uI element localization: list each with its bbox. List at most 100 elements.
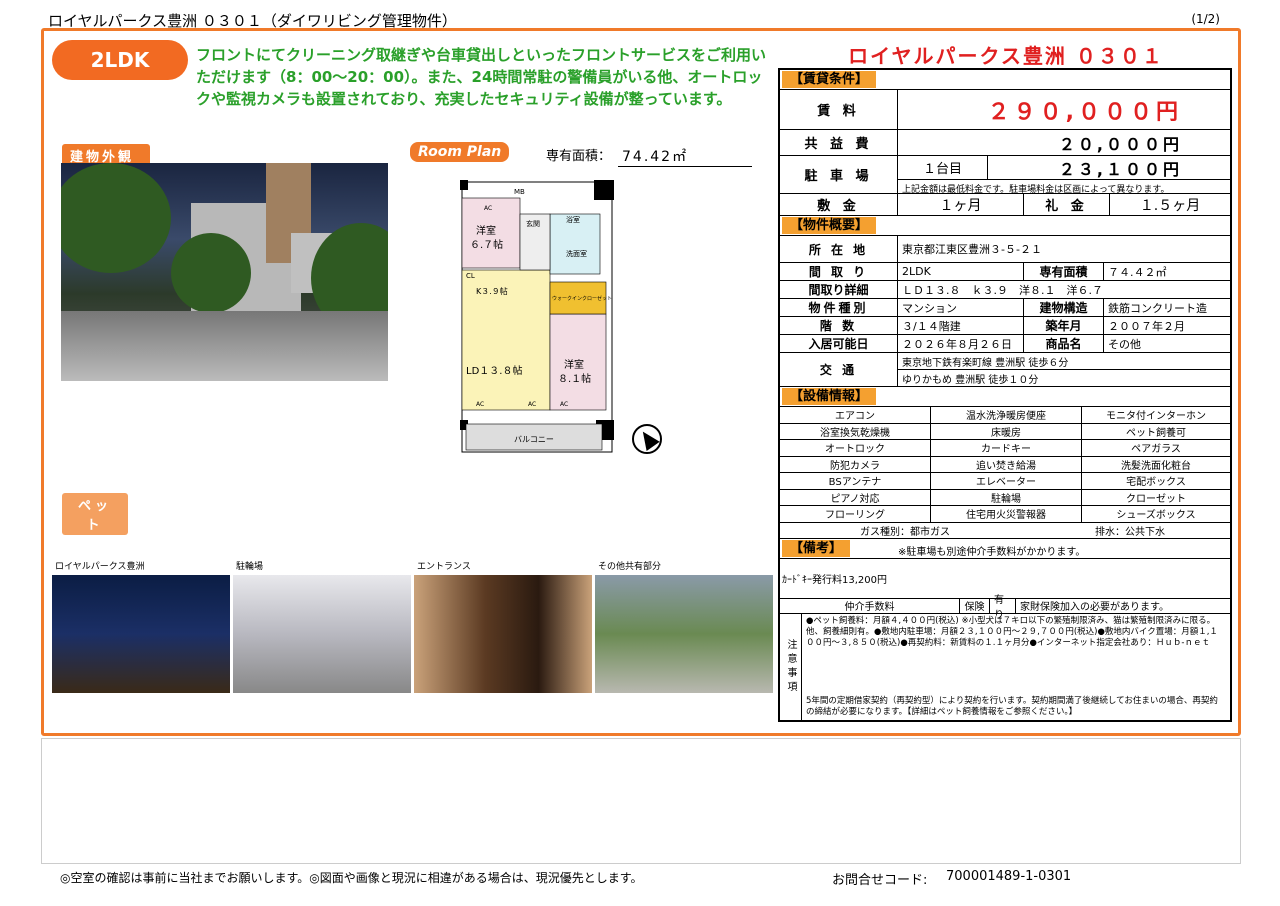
- caution-text-1: ●ペット飼養料：月額４,４００円(税込) ※小型犬は７キロ以下の繁殖制限済み、猫…: [806, 615, 1218, 648]
- common-fee-value: ２０,０００円: [1058, 134, 1182, 154]
- facility-item: 住宅用火災警報器: [931, 506, 1082, 523]
- facility-item: エレベーター: [931, 473, 1082, 490]
- structure-label: 建物構造: [1024, 299, 1104, 316]
- plan-western2-size: ８.１帖: [558, 372, 591, 385]
- drain-type: 排水：公共下水: [1095, 526, 1165, 538]
- layout-value: 2LDK: [898, 263, 1024, 280]
- type-value: マンション: [898, 299, 1024, 316]
- facility-item: エアコン: [780, 407, 931, 424]
- key-money-label: 礼 金: [1024, 194, 1110, 215]
- section-overview: 【物件概要】: [780, 216, 1230, 236]
- facility-item: フローリング: [780, 506, 931, 523]
- facility-item: シューズボックス: [1082, 506, 1230, 523]
- facility-item: ペット飼養可: [1082, 424, 1230, 440]
- thumb-photo-bicycle: [233, 575, 411, 693]
- facility-item: 追い焚き給湯: [931, 456, 1082, 473]
- address-label: 所 在 地: [780, 236, 898, 262]
- thumb-label-4: その他共有部分: [598, 562, 662, 572]
- area-field-value: ７４.４２㎡: [1108, 265, 1167, 279]
- plan-mb: MB: [514, 188, 525, 196]
- plan-western1: 洋室: [476, 224, 496, 237]
- thumb-label-1: ロイヤルパークス豊洲: [55, 562, 145, 572]
- room-plan-tag: Room Plan: [410, 142, 510, 162]
- info-panel: 【賃貸条件】 賃 料 ２９０,０００円 共 益 費 ２０,０００円 駐 車 場 …: [778, 68, 1232, 722]
- type-label: 物件種別: [780, 299, 898, 316]
- floor-value: ３/１４階建: [898, 317, 1024, 334]
- rent-value: ２９０,０００円: [987, 99, 1182, 125]
- section-remarks: 【備考】 ※駐車場も別途仲介手数料がかかります。: [780, 539, 1230, 559]
- structure-value: 鉄筋コンクリート造: [1108, 301, 1207, 315]
- parking-value: ２３,１００円: [1058, 159, 1182, 179]
- plan-ac-3: AC: [528, 401, 536, 408]
- insurance-note: 家財保険加入の必要があります。: [1020, 602, 1169, 613]
- facility-item: ペアガラス: [1082, 440, 1230, 457]
- parking-label: 駐 車 場: [780, 156, 898, 193]
- property-title: ロイヤルパークス豊洲 ０３０１: [848, 44, 1164, 68]
- insurance-value: 有り: [990, 595, 1016, 621]
- facility-grid: エアコン 温水洗浄暖房便座 モニタ付インターホン 浴室換気乾燥機 床暖房 ペット飼養可 オー…: [780, 407, 1230, 523]
- facility-item: モニタ付インターホン: [1082, 407, 1230, 424]
- footer-notice: ◎空室の確認は事前に当社までお願いします。◎図面や画像と現況に相違がある場合は、…: [60, 871, 643, 885]
- plan-ac-1: AC: [484, 205, 492, 212]
- thumb-photo-common: [595, 575, 773, 693]
- built-label: 築年月: [1024, 317, 1104, 334]
- thumb-label-3: エントランス: [417, 562, 471, 572]
- plan-entrance: 玄関: [526, 219, 540, 228]
- facility-item: 温水洗浄暖房便座: [931, 407, 1082, 424]
- footer-code: 700001489-1-0301: [946, 869, 1072, 884]
- catchcopy: フロントにてクリーニング取継ぎや台車貸出しといったフロントサービスをご利用いただ…: [196, 46, 767, 108]
- facility-item: BSアンテナ: [780, 473, 931, 490]
- plan-ld: LD１３.８帖: [466, 364, 522, 377]
- floor-label: 階 数: [780, 317, 898, 334]
- plan-washroom: 洗面室: [566, 249, 587, 258]
- facility-item: 防犯カメラ: [780, 456, 931, 473]
- plan-kitchen: K３.９帖: [476, 286, 508, 296]
- access-line-1: 東京地下鉄有楽町線 豊洲駅 徒歩６分: [898, 353, 1230, 370]
- plan-ac-4: AC: [560, 401, 568, 408]
- product-value: その他: [1108, 337, 1141, 351]
- facility-item: カードキー: [931, 440, 1082, 457]
- pet-tag: ペット: [62, 493, 128, 535]
- caution-label: 注意事項: [780, 613, 802, 720]
- facility-item: クローゼット: [1082, 490, 1230, 506]
- section-facilities: 【設備情報】: [780, 387, 1230, 407]
- built-value: ２００７年２月: [1108, 319, 1185, 333]
- plan-ac-2: AC: [476, 401, 484, 408]
- bottom-box: [41, 738, 1241, 864]
- plan-balcony: バルコニー: [514, 435, 554, 444]
- remarks-notice: ※駐車場も別途仲介手数料がかかります。: [898, 546, 1086, 558]
- layout-badge: 2LDK: [52, 40, 188, 80]
- broker-fee-label: 仲介手数料: [780, 598, 960, 613]
- deposit-label: 敷 金: [780, 194, 898, 215]
- area-label: 専有面積：: [546, 149, 612, 164]
- plan-western1-size: ６.７帖: [470, 238, 503, 251]
- parking-unit: １台目: [898, 156, 988, 179]
- thumb-photo-building: [52, 575, 230, 693]
- area-value: 74.42㎡: [618, 146, 752, 167]
- floor-plan: 洋室 ６.７帖 K３.９帖 LD１３.８帖 洋室 ８.１帖 玄関 浴室 洗面室 …: [460, 180, 614, 453]
- facility-item: 洗髪洗面化粧台: [1082, 457, 1230, 473]
- gas-type: ガス種別：都市ガス: [860, 526, 950, 538]
- facility-item: ピアノ対応: [780, 489, 931, 506]
- address-value: 東京都江東区豊洲３-５-２１: [902, 243, 1042, 256]
- thumb-photo-entrance: [414, 575, 592, 693]
- move-in-label: 入居可能日: [780, 335, 898, 352]
- rent-label: 賃 料: [780, 90, 898, 129]
- key-money-value: １.５ヶ月: [1139, 197, 1201, 214]
- plan-walkin: ウォークインクローゼット: [552, 295, 612, 302]
- facility-item: オートロック: [780, 440, 931, 457]
- common-fee-label: 共 益 費: [780, 130, 898, 155]
- access-line-2: ゆりかもめ 豊洲駅 徒歩１０分: [902, 374, 1039, 386]
- facility-item: 宅配ボックス: [1082, 473, 1230, 490]
- layout-detail-value: ＬＤ１３.８ ｋ３.９ 洋８.１ 洋６.７: [902, 283, 1103, 297]
- section-conditions: 【賃貸条件】: [780, 70, 1230, 90]
- access-label: 交 通: [780, 353, 898, 386]
- plan-bath: 浴室: [566, 215, 580, 224]
- caution-text-2: 5年間の定期借家契約（再契約型）により契約を行います。契約期間満了後継続してお住…: [806, 695, 1218, 717]
- facility-item: 床暖房: [931, 423, 1082, 440]
- footer-code-label: お問合せコード:: [832, 873, 928, 888]
- insurance-label: 保険: [960, 598, 990, 613]
- layout-detail-label: 間取り詳細: [780, 281, 898, 298]
- compass-icon: [632, 424, 662, 454]
- product-label: 商品名: [1024, 335, 1104, 352]
